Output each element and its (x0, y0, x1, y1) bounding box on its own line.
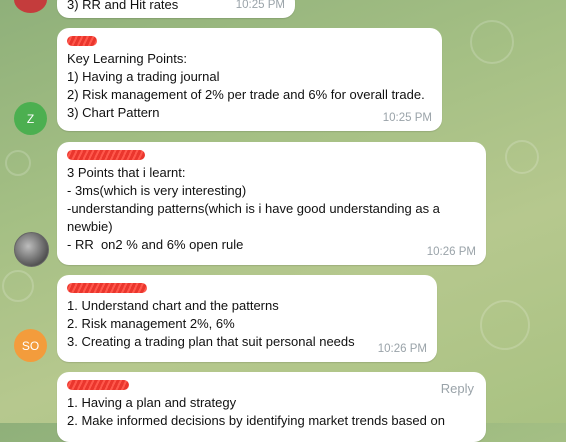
message-time: 10:26 PM (377, 343, 427, 355)
sender-name-redacted (67, 34, 430, 50)
message-bubble[interactable]: Reply 1. Having a plan and strategy 2. M… (57, 372, 486, 442)
sender-name-redacted (67, 281, 425, 297)
avatar[interactable] (14, 232, 49, 267)
message-line: 2) Risk management of 2% per trade and 6… (67, 87, 425, 102)
avatar[interactable]: SO (14, 329, 47, 362)
sender-name-redacted (67, 148, 474, 164)
message-line: 1. Having a plan and strategy (67, 395, 237, 410)
message-line: - RR on2 % and 6% open rule (67, 237, 244, 252)
message-line: -understanding patterns(which is i have … (67, 201, 440, 216)
message-line: 2. Risk management 2%, 6% (67, 316, 235, 331)
message-line: newbie) (67, 219, 113, 234)
message-time: 10:26 PM (426, 246, 476, 258)
message-line: 3. Creating a trading plan that suit per… (67, 334, 355, 349)
message-time: 10:25 PM (382, 112, 432, 124)
message-line: 1. Understand chart and the patterns (67, 298, 279, 313)
avatar-initial: SO (21, 338, 40, 353)
message-bubble[interactable]: 3) RR and Hit rates 10:25 PM (57, 0, 295, 18)
message-bubble[interactable]: 3 Points that i learnt: - 3ms(which is v… (57, 142, 486, 265)
message-line: 3 Points that i learnt: (67, 165, 186, 180)
message-line: - 3ms(which is very interesting) (67, 183, 247, 198)
message-line: 1) Having a trading journal (67, 69, 220, 84)
avatar[interactable] (14, 0, 47, 13)
avatar-initial: Z (26, 111, 35, 126)
message-bubble[interactable]: 1. Understand chart and the patterns 2. … (57, 275, 437, 362)
message-line: 3) Chart Pattern (67, 105, 160, 120)
message-line: 2. Make informed decisions by identifyin… (67, 413, 445, 428)
message-bubble[interactable]: Key Learning Points: 1) Having a trading… (57, 28, 442, 131)
avatar[interactable]: Z (14, 102, 47, 135)
message-line: Key Learning Points: (67, 51, 187, 66)
reply-button[interactable]: Reply (441, 380, 474, 398)
sender-name-redacted (67, 378, 474, 394)
message-time: 10:25 PM (235, 0, 285, 11)
